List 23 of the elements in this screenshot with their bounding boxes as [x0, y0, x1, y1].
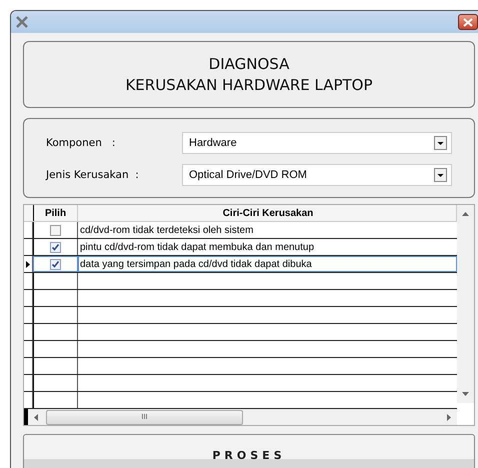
checkbox[interactable] — [50, 242, 61, 252]
current-row-icon — [26, 260, 30, 268]
tools-icon — [15, 15, 29, 29]
dropdown-field[interactable]: Hardware — [182, 132, 452, 154]
field-label: Komponen : — [46, 137, 116, 149]
scroll-left-icon[interactable] — [34, 414, 38, 420]
close-button[interactable] — [458, 14, 478, 30]
checkbox[interactable] — [50, 258, 61, 270]
close-icon[interactable] — [463, 18, 473, 26]
table-cell-text: pintu cd/dvd-rom tidak dapat membuka dan menutup — [79, 240, 316, 254]
table-cell-text: cd/dvd-rom tidak terdeteksi oleh sistem — [79, 224, 254, 238]
process-button[interactable]: PROSES — [23, 434, 475, 468]
vertical-scrollbar[interactable] — [457, 205, 474, 403]
scroll-up-icon[interactable] — [462, 212, 469, 216]
scroll-right-icon[interactable] — [447, 414, 451, 420]
field-label: Jenis Kerusakan : — [46, 169, 140, 181]
column-header[interactable]: Pilih — [33, 205, 78, 221]
checkbox[interactable] — [50, 224, 61, 236]
scroll-down-icon[interactable] — [462, 392, 469, 396]
header-title: KERUSAKAN HARDWARE LAPTOP — [125, 74, 373, 96]
header-title: DIAGNOSA — [208, 54, 290, 74]
dropdown-field[interactable]: Optical Drive/DVD ROM — [182, 164, 452, 186]
table-cell: data yang tersimpan pada cd/dvd tidak dapat dibuka — [78, 256, 457, 272]
